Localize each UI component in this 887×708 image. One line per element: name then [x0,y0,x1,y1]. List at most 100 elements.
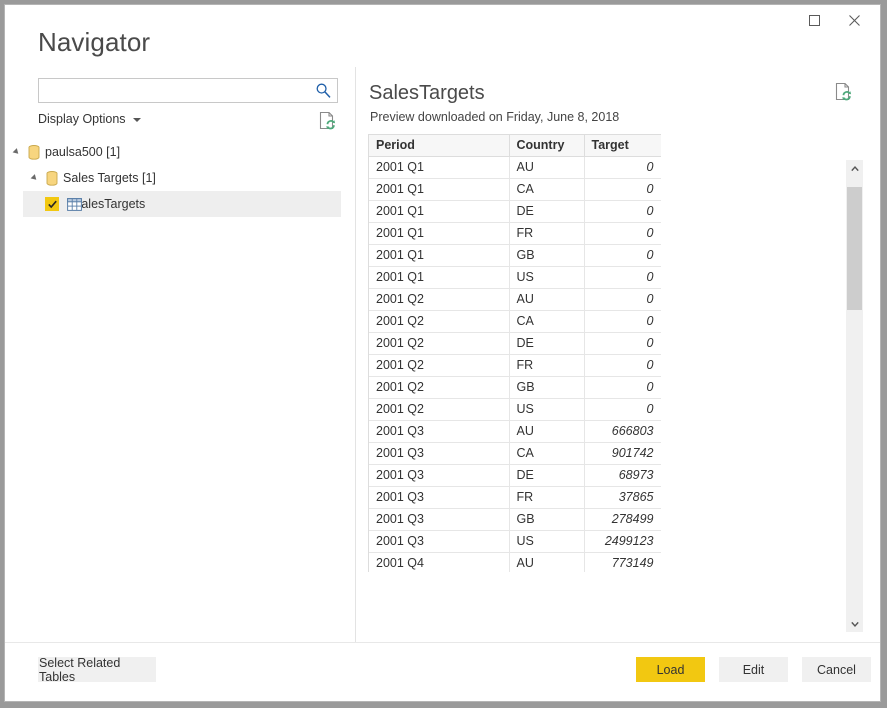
table-grid-icon [67,198,82,211]
table-cell-period: 2001 Q1 [369,266,509,288]
table-cell-period: 2001 Q1 [369,200,509,222]
table-cell-target: 0 [584,222,661,244]
table-cell-country: CA [509,178,584,200]
edit-button[interactable]: Edit [719,657,788,682]
table-row: 2001 Q1FR0 [369,222,661,244]
search-icon[interactable] [315,82,332,99]
navigator-dialog: Navigator Display Options [4,4,881,702]
table-cell-country: FR [509,354,584,376]
table-cell-target: 901742 [584,442,661,464]
table-cell-country: GB [509,244,584,266]
column-header-period[interactable]: Period [369,135,509,156]
database-icon [46,171,58,186]
document-refresh-icon[interactable] [319,111,336,130]
chevron-down-icon [851,620,859,628]
table-cell-target: 68973 [584,464,661,486]
preview-vertical-scrollbar[interactable] [846,160,863,632]
scroll-down-button[interactable] [846,615,863,632]
table-cell-country: GB [509,376,584,398]
maximize-icon [809,15,820,26]
table-row: 2001 Q1GB0 [369,244,661,266]
table-row: 2001 Q1US0 [369,266,661,288]
table-cell-country: AU [509,288,584,310]
table-row: 2001 Q2AU0 [369,288,661,310]
chevron-up-icon [851,165,859,173]
table-cell-target: 0 [584,332,661,354]
check-icon [48,200,57,209]
tree-item-paulsa500[interactable]: paulsa500 [1] [5,139,355,165]
table-row: 2001 Q1CA0 [369,178,661,200]
table-cell-country: FR [509,486,584,508]
table-cell-period: 2001 Q2 [369,354,509,376]
cancel-button[interactable]: Cancel [802,657,871,682]
table-cell-period: 2001 Q1 [369,178,509,200]
table-checkbox[interactable] [45,197,59,211]
table-cell-country: AU [509,156,584,178]
table-cell-period: 2001 Q1 [369,222,509,244]
database-icon [28,145,40,160]
table-cell-target: 773149 [584,552,661,572]
tree-item-sales-targets-db[interactable]: Sales Targets [1] [5,165,355,191]
object-tree: paulsa500 [1] Sales Targets [1] [5,139,355,217]
table-cell-target: 666803 [584,420,661,442]
table-cell-period: 2001 Q2 [369,376,509,398]
table-cell-country: US [509,398,584,420]
table-cell-target: 0 [584,376,661,398]
navigator-preview-panel: SalesTargets Preview downloaded on Frida… [356,67,880,643]
table-header-row: Period Country Target [369,135,661,156]
load-button[interactable]: Load [636,657,705,682]
scrollbar-thumb[interactable] [847,187,862,310]
table-row: 2001 Q3FR37865 [369,486,661,508]
table-row: 2001 Q3DE68973 [369,464,661,486]
table-cell-country: AU [509,420,584,442]
table-row: 2001 Q3GB278499 [369,508,661,530]
display-options-label: Display Options [38,112,126,126]
table-cell-country: DE [509,332,584,354]
table-cell-period: 2001 Q2 [369,398,509,420]
dialog-footer: Select Related Tables Load Edit Cancel [5,642,880,701]
close-icon [848,14,861,27]
table-row: 2001 Q1AU0 [369,156,661,178]
maximize-button[interactable] [794,5,834,35]
table-cell-period: 2001 Q4 [369,552,509,572]
table-cell-target: 37865 [584,486,661,508]
preview-subtitle: Preview downloaded on Friday, June 8, 20… [370,110,619,124]
preview-table: Period Country Target 2001 Q1AU02001 Q1C… [369,135,661,572]
table-cell-target: 0 [584,178,661,200]
column-header-target[interactable]: Target [584,135,661,156]
table-row: 2001 Q2DE0 [369,332,661,354]
table-cell-target: 0 [584,200,661,222]
table-cell-period: 2001 Q3 [369,508,509,530]
table-cell-country: GB [509,508,584,530]
preview-table-body: 2001 Q1AU02001 Q1CA02001 Q1DE02001 Q1FR0… [369,156,661,572]
column-header-country[interactable]: Country [509,135,584,156]
table-row: 2001 Q2GB0 [369,376,661,398]
table-row: 2001 Q2FR0 [369,354,661,376]
table-cell-target: 0 [584,354,661,376]
search-input[interactable] [39,79,309,102]
close-button[interactable] [834,5,874,35]
table-cell-period: 2001 Q3 [369,420,509,442]
search-box[interactable] [38,78,338,103]
preview-title: SalesTargets [369,82,485,105]
select-related-tables-button[interactable]: Select Related Tables [38,657,156,682]
table-cell-period: 2001 Q1 [369,156,509,178]
table-row: 2001 Q3AU666803 [369,420,661,442]
expander-triangle-icon[interactable] [13,148,21,156]
tree-item-label: paulsa500 [1] [45,145,120,159]
document-refresh-icon[interactable] [835,82,852,101]
table-cell-target: 278499 [584,508,661,530]
table-row: 2001 Q3US2499123 [369,530,661,552]
table-cell-period: 2001 Q3 [369,442,509,464]
table-cell-country: AU [509,552,584,572]
table-cell-country: DE [509,200,584,222]
table-row: 2001 Q4AU773149 [369,552,661,572]
display-options-dropdown[interactable]: Display Options [38,112,141,126]
tree-item-salestargets-table[interactable]: SalesTargets [23,191,341,217]
chevron-down-icon [133,118,141,122]
scroll-up-button[interactable] [846,160,863,177]
tree-item-label: SalesTargets [73,197,145,211]
expander-triangle-icon[interactable] [31,174,39,182]
table-cell-country: US [509,266,584,288]
table-cell-target: 0 [584,244,661,266]
